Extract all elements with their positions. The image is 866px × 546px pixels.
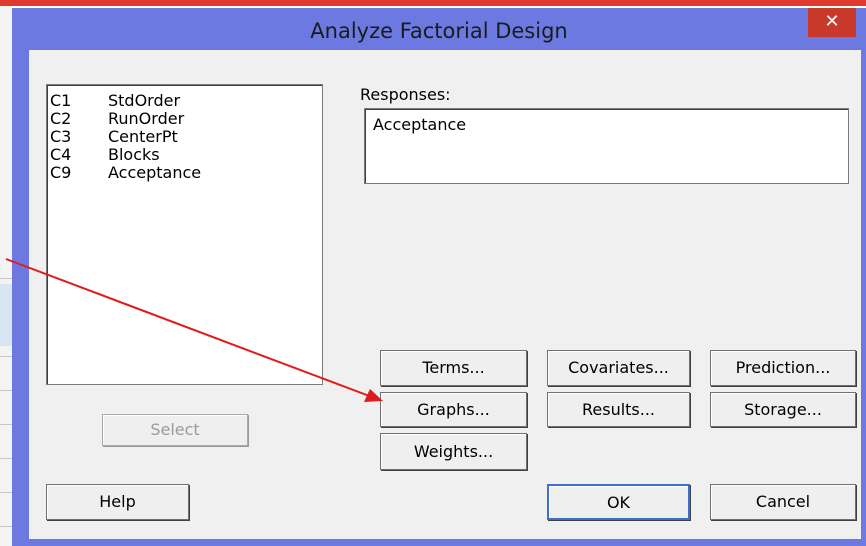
terms-button-label: Terms... [422,358,485,377]
covariates-button[interactable]: Covariates... [547,350,690,386]
responses-value: Acceptance [373,115,467,134]
responses-field[interactable]: Acceptance [364,108,849,184]
results-button[interactable]: Results... [547,392,690,427]
storage-button-label: Storage... [744,400,822,419]
help-button[interactable]: Help [46,484,189,520]
background-gridline [0,356,12,357]
cancel-button[interactable]: Cancel [710,484,856,520]
background-gridline [0,278,12,279]
cancel-button-label: Cancel [755,492,811,511]
graphs-button[interactable]: Graphs... [380,392,527,427]
ok-button-label: OK [606,493,631,512]
help-button-label: Help [99,492,136,511]
prediction-button-label: Prediction... [735,358,831,377]
variable-listbox[interactable]: C1 StdOrder C2 RunOrder C3 CenterPt C4 B… [46,84,323,385]
weights-button[interactable]: Weights... [380,433,527,470]
ok-button[interactable]: OK [547,484,690,520]
background-selected-cell [0,284,12,346]
dialog-title: Analyze Factorial Design [310,19,568,43]
storage-button[interactable]: Storage... [710,392,856,427]
title-bar[interactable]: Analyze Factorial Design ✕ [12,8,866,52]
analyze-factorial-design-dialog: Analyze Factorial Design ✕ C1 StdOrder C… [12,8,866,546]
close-icon: ✕ [824,11,840,32]
weights-button-label: Weights... [413,442,494,461]
background-gridline [0,424,12,425]
close-button[interactable]: ✕ [808,8,856,37]
covariates-button-label: Covariates... [568,358,669,377]
responses-label: Responses: [360,85,451,104]
results-button-label: Results... [581,400,656,419]
column-name: Acceptance [108,163,202,182]
background-window-edge [0,6,12,546]
graphs-button-label: Graphs... [417,400,490,419]
prediction-button[interactable]: Prediction... [710,350,856,386]
terms-button[interactable]: Terms... [380,350,527,386]
select-button-label: Select [150,420,200,439]
column-id: C9 [50,163,72,182]
select-button[interactable]: Select [102,414,248,446]
background-gridline [0,492,12,493]
background-gridline [0,390,12,391]
background-gridline [0,526,12,527]
background-top-border [0,0,866,6]
background-gridline [0,458,12,459]
dialog-client-area: C1 StdOrder C2 RunOrder C3 CenterPt C4 B… [29,50,861,539]
